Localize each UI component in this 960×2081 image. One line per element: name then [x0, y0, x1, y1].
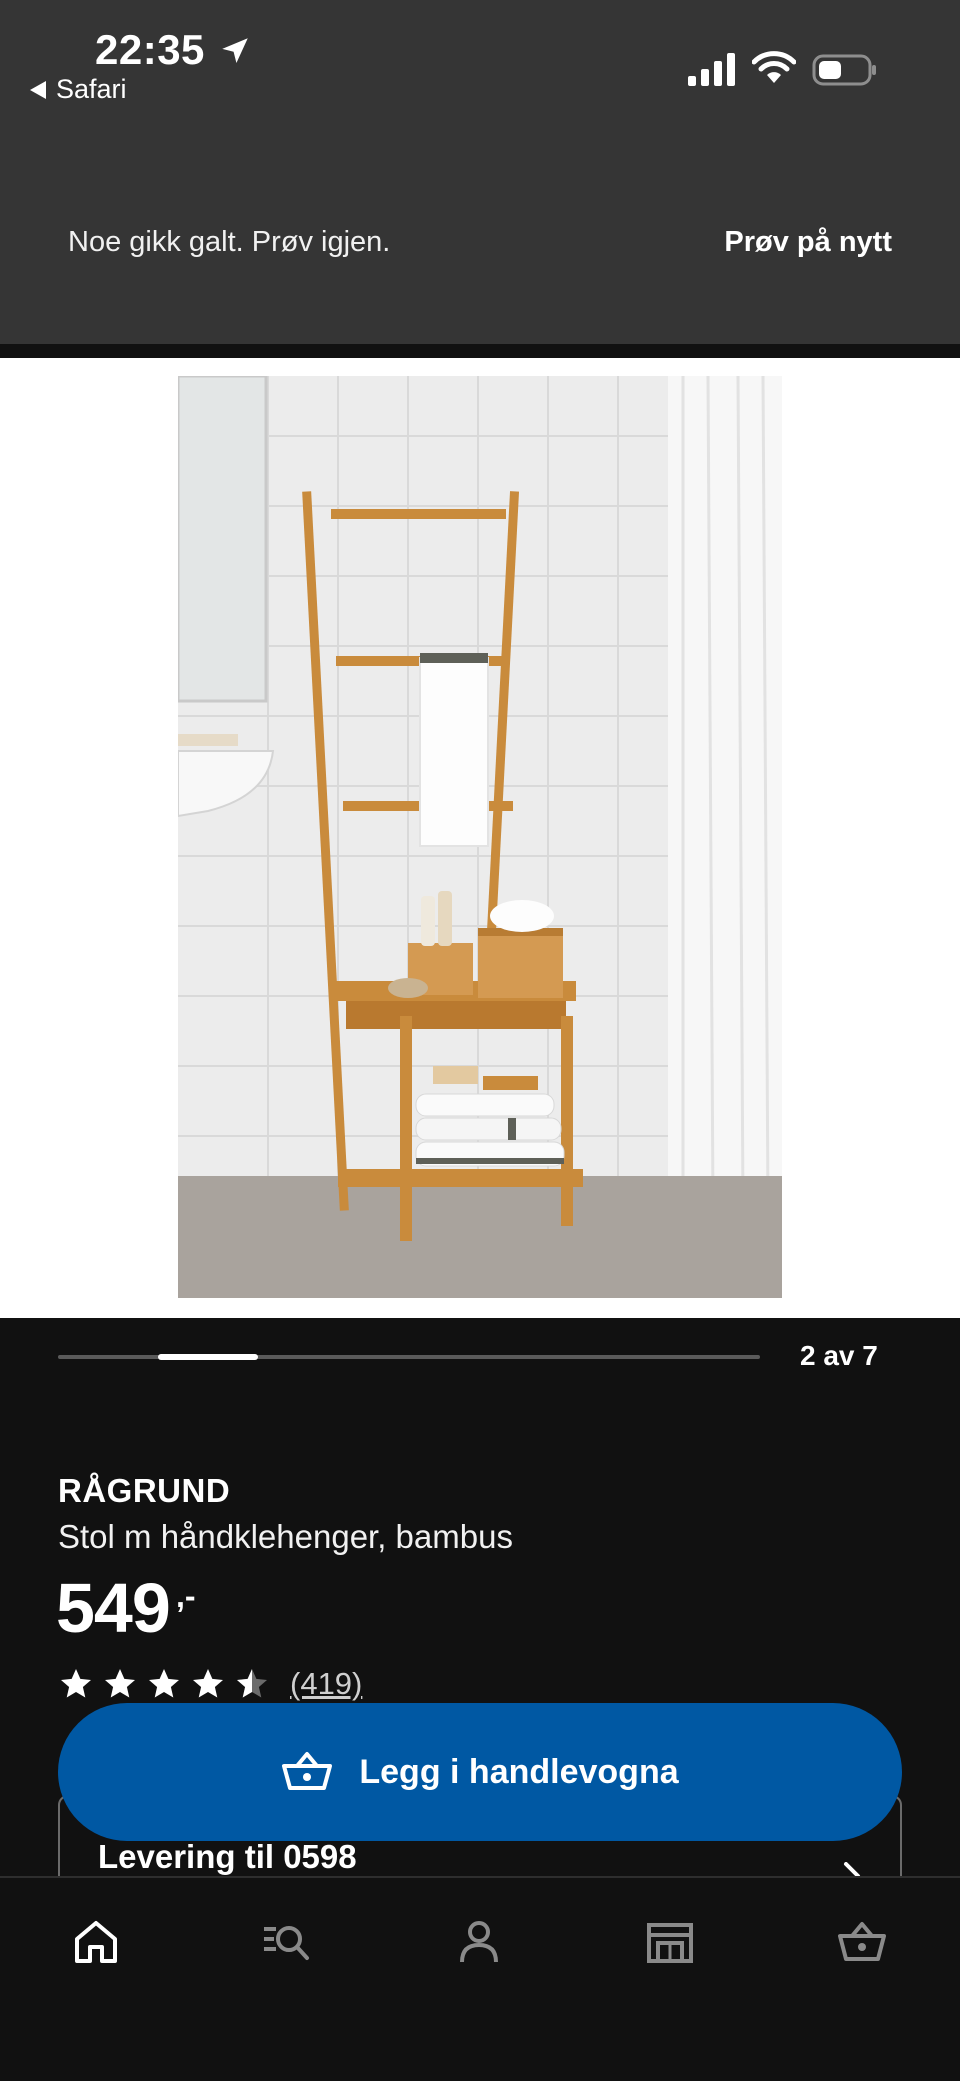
home-icon — [75, 1921, 117, 1963]
delivery-label: Levering til 0598 — [98, 1838, 357, 1875]
battery-icon — [812, 54, 876, 86]
nav-home[interactable] — [66, 1912, 126, 1972]
back-to-safari-button[interactable]: Safari — [30, 74, 127, 105]
nav-search[interactable] — [256, 1912, 316, 1972]
gallery-progress-thumb — [158, 1354, 258, 1360]
bottom-navigation — [0, 1876, 960, 2081]
banner-divider — [0, 344, 960, 358]
product-rating[interactable]: (419) — [58, 1664, 362, 1704]
gallery-counter: 2 av 7 — [800, 1340, 878, 1371]
cart-icon — [838, 1922, 886, 1961]
star-icon — [193, 1669, 223, 1698]
product-image-carousel[interactable] — [0, 358, 960, 1318]
nav-store[interactable] — [640, 1912, 700, 1972]
wifi-icon — [752, 51, 796, 83]
add-to-cart-button[interactable]: Legg i handlevogna — [58, 1703, 902, 1841]
nav-cart[interactable] — [832, 1912, 892, 1972]
back-triangle-icon — [30, 80, 46, 99]
product-name: RÅGRUND — [58, 1472, 231, 1509]
status-time: 22:35 — [95, 26, 205, 73]
location-arrow-icon — [222, 38, 248, 64]
product-photo — [178, 376, 782, 1298]
back-app-label: Safari — [56, 74, 127, 104]
star-icon — [149, 1669, 179, 1698]
search-list-icon — [264, 1926, 309, 1960]
basket-icon — [282, 1752, 333, 1790]
cellular-signal-icon — [688, 53, 735, 86]
product-description: Stol m håndklehenger, bambus — [58, 1518, 513, 1555]
error-message: Noe gikk galt. Prøv igjen. — [68, 226, 391, 258]
half-star-icon — [237, 1669, 267, 1698]
retry-button[interactable]: Prøv på nytt — [724, 226, 892, 259]
review-count-link[interactable]: (419) — [290, 1666, 362, 1702]
error-banner: Noe gikk galt. Prøv igjen. Prøv på nytt — [0, 120, 960, 344]
price-suffix: ,- — [176, 1578, 196, 1614]
status-bar: 22:35 Safari — [0, 0, 960, 120]
nav-profile[interactable] — [449, 1912, 509, 1972]
star-icon — [105, 1669, 135, 1698]
profile-icon — [460, 1921, 498, 1963]
star-icon — [61, 1669, 91, 1698]
store-icon — [647, 1923, 693, 1963]
product-price: 549 — [56, 1569, 171, 1647]
add-to-cart-label: Legg i handlevogna — [359, 1752, 679, 1791]
